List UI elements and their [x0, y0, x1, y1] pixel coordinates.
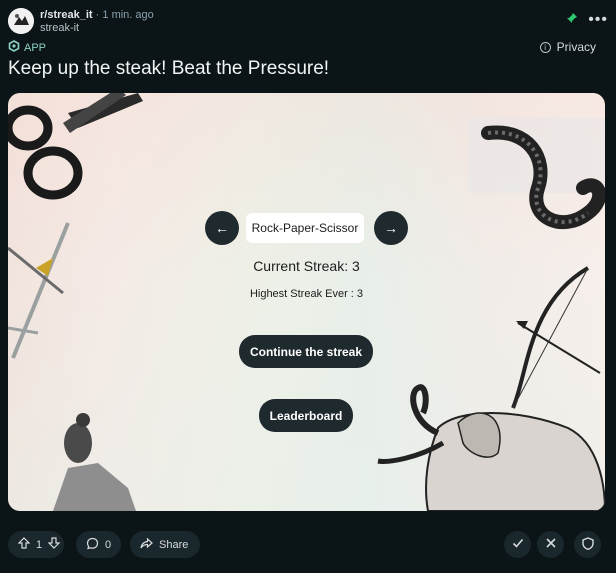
app-frame: ← Rock-Paper-Scissor → Current Streak: 3… — [8, 93, 605, 511]
share-button[interactable]: Share — [130, 531, 200, 558]
approve-button[interactable] — [504, 531, 531, 558]
elephant-illustration — [377, 384, 605, 511]
arrow-right-icon: → — [384, 220, 398, 236]
continue-streak-button[interactable]: Continue the streak — [239, 335, 373, 368]
downvote-icon[interactable] — [47, 537, 61, 552]
subreddit-avatar[interactable] — [8, 8, 34, 34]
info-icon: i — [539, 41, 551, 53]
pin-icon — [566, 12, 578, 27]
app-badge: APP — [8, 40, 46, 55]
scissors-illustration — [8, 93, 143, 200]
mod-shield-button[interactable] — [574, 531, 601, 558]
highest-streak-text: Highest Streak Ever : 3 — [249, 288, 364, 300]
comments-button[interactable]: 0 — [76, 531, 121, 558]
post-time: 1 min. ago — [102, 9, 154, 21]
vote-count: 1 — [36, 538, 43, 551]
privacy-label: Privacy — [556, 40, 596, 54]
post-title: Keep up the steak! Beat the Pressure! — [8, 58, 330, 79]
leaderboard-button[interactable]: Leaderboard — [259, 399, 353, 432]
next-game-button[interactable]: → — [374, 211, 408, 245]
more-options-icon[interactable]: ••• — [588, 11, 608, 27]
snake-illustration — [468, 118, 605, 229]
post-header: r/streak_it · 1 min. ago streak-it ••• — [8, 8, 608, 36]
post-meta: r/streak_it · 1 min. ago streak-it — [40, 9, 154, 35]
subreddit-link[interactable]: r/streak_it — [40, 9, 93, 21]
post-footer: 1 0 Share — [8, 529, 608, 559]
share-icon — [140, 537, 153, 553]
mouse-rock-illustration — [53, 413, 136, 511]
privacy-link[interactable]: i Privacy — [539, 40, 596, 54]
remove-button[interactable] — [537, 531, 564, 558]
meta-separator: · — [95, 9, 100, 21]
upvote-icon[interactable] — [17, 537, 31, 552]
vote-control: 1 — [8, 531, 64, 558]
arrow-left-icon: ← — [215, 220, 229, 236]
app-badge-label: APP — [24, 41, 47, 54]
current-streak-text: Current Streak: 3 — [253, 258, 360, 274]
comment-icon — [86, 537, 99, 553]
shield-icon — [581, 536, 594, 553]
selected-game-label: Rock-Paper-Scissor — [246, 213, 364, 243]
checkmark-icon — [512, 537, 524, 552]
game-selector: ← Rock-Paper-Scissor → — [205, 211, 408, 245]
share-label: Share — [159, 538, 189, 551]
app-icon — [8, 40, 20, 55]
header-actions: ••• — [566, 11, 608, 27]
previous-game-button[interactable]: ← — [205, 211, 239, 245]
username-link[interactable]: streak-it — [40, 22, 154, 35]
close-icon — [545, 537, 557, 552]
comment-count: 0 — [105, 538, 112, 551]
